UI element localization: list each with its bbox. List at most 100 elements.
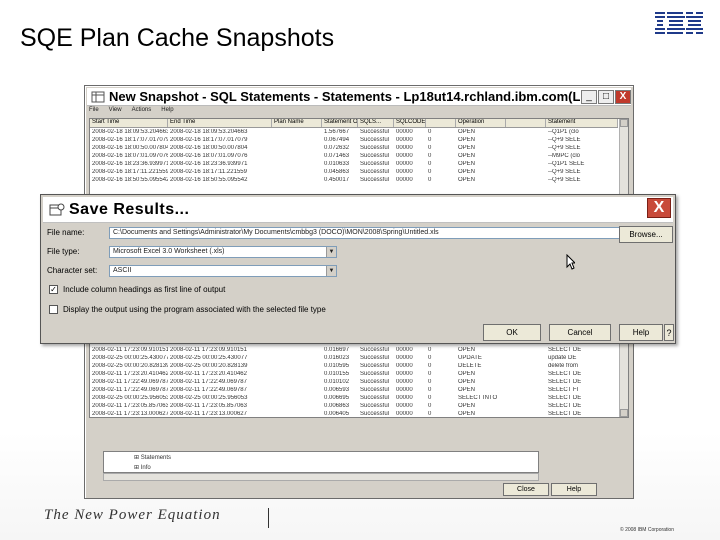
table-cell: 0 xyxy=(428,379,432,385)
table-cell xyxy=(272,355,322,363)
table-cell: UPDATE xyxy=(458,355,482,361)
table-cell: OPEN xyxy=(458,371,476,377)
table-cell: 2008-02-25 00:00:25.430077 xyxy=(170,355,248,361)
table-row[interactable]: 2008-02-25 00:00:25.430077 2008-02-25 00:… xyxy=(90,355,618,363)
table-cell: --Q+9 SELE xyxy=(548,169,581,175)
table-cell: 0 xyxy=(428,161,432,167)
table-cell xyxy=(272,169,322,177)
scroll-up-arrow[interactable] xyxy=(620,119,628,127)
table-cell: SELECT DE xyxy=(548,371,582,377)
table-cell xyxy=(272,371,322,379)
table-cell xyxy=(506,347,546,355)
menubar: File View Actions Help xyxy=(89,107,629,117)
table-row[interactable]: 2008-02-18 18:09:53.204663 2008-02-18 18:… xyxy=(90,129,618,137)
table-cell: 2008-02-16 18:07:01.097076 xyxy=(92,153,168,159)
scroll-down-arrow[interactable] xyxy=(620,409,628,417)
table-cell xyxy=(506,169,546,177)
table-row[interactable]: 2008-02-11 17:23:13.000627 2008-02-11 17:… xyxy=(90,411,618,417)
table-cell: 2008-02-18 18:09:53.204663 xyxy=(170,129,248,135)
ok-button[interactable]: OK xyxy=(483,324,541,341)
table-cell: 0 xyxy=(428,403,432,409)
table-row[interactable]: 2008-02-16 18:23:36.939971 2008-02-16 18:… xyxy=(90,161,618,169)
chevron-down-icon[interactable]: ▼ xyxy=(326,247,336,257)
tree-item-info[interactable]: ⊞ Info xyxy=(134,464,151,471)
table-cell: SELECT DE xyxy=(548,403,582,409)
maximize-button[interactable]: □ xyxy=(598,89,614,104)
table-row[interactable]: 2008-02-16 18:07:01.097076 2008-02-16 18:… xyxy=(90,153,618,161)
table-cell: 2008-02-11 17:23:13.000627 xyxy=(92,411,168,417)
close-window-button[interactable]: X xyxy=(615,89,631,104)
menu-file[interactable]: File xyxy=(89,107,99,117)
dialog-titlebar[interactable]: Save Results... xyxy=(43,197,673,223)
table-row[interactable]: 2008-02-11 17:22:49.069787 2008-02-11 17:… xyxy=(90,379,618,387)
col-statement[interactable]: Statement xyxy=(546,119,618,127)
table-cell: Successful xyxy=(360,403,390,409)
table-cell: 0 xyxy=(428,169,432,175)
col-sqlstate[interactable]: SQLS... xyxy=(358,119,394,127)
table-row[interactable]: 2008-02-11 17:23:09.910151 2008-02-11 17:… xyxy=(90,347,618,355)
table-cell: 00000 xyxy=(396,363,413,369)
table-cell: 2008-02-16 18:17:07.017079 xyxy=(92,137,168,143)
col-end-time[interactable]: End Time xyxy=(168,119,272,127)
table-cell: 2008-02-16 18:00:50.007804 xyxy=(92,145,168,151)
table-row[interactable]: 2008-02-25 00:00:20.828139 2008-02-25 00:… xyxy=(90,363,618,371)
table-cell: 0.010633 xyxy=(324,161,350,167)
menu-view[interactable]: View xyxy=(109,107,122,117)
col-outcome[interactable]: Statement Outco... xyxy=(322,119,358,127)
table-cell: SELECT DE xyxy=(548,395,582,401)
minimize-button[interactable]: _ xyxy=(581,89,597,104)
table-cell: 1.567667 xyxy=(324,129,350,135)
table-row[interactable]: 2008-02-25 00:00:25.956053 2008-02-25 00:… xyxy=(90,395,618,403)
table-cell: 0 xyxy=(428,355,432,361)
col-blank[interactable] xyxy=(426,119,456,127)
table-cell: Successful xyxy=(360,395,390,401)
help-question-icon[interactable]: ? xyxy=(664,324,674,341)
horizontal-scrollbar[interactable] xyxy=(103,473,539,481)
table-cell: delete from xyxy=(548,363,579,369)
close-button[interactable]: Close xyxy=(503,483,549,496)
table-cell xyxy=(506,379,546,387)
menu-actions[interactable]: Actions xyxy=(132,107,152,117)
file-name-input[interactable]: C:\Documents and Settings\Administrator\… xyxy=(109,227,637,239)
cancel-button[interactable]: Cancel xyxy=(549,324,611,341)
table-row[interactable]: 2008-02-11 17:22:49.069787 2008-02-11 17:… xyxy=(90,387,618,395)
browse-button[interactable]: Browse... xyxy=(619,226,673,243)
file-type-select[interactable]: Microsoft Excel 3.0 Worksheet (.xls) ▼ xyxy=(109,246,337,258)
tree-expand-icon: ⊞ xyxy=(134,455,141,461)
table-cell: --Q1P1 SELE xyxy=(548,161,585,167)
table-cell xyxy=(506,355,546,363)
table-cell: 2008-02-11 17:22:49.069787 xyxy=(170,387,247,393)
table-cell: OPEN xyxy=(458,347,476,353)
table-cell: 00000 xyxy=(396,177,413,183)
table-cell: --Q1P1 (clo xyxy=(548,129,579,135)
table-cell: 0 xyxy=(428,137,432,143)
table-row[interactable]: 2008-02-11 17:23:05.857063 2008-02-11 17:… xyxy=(90,403,618,411)
table-row[interactable]: 2008-02-16 18:00:50.007804 2008-02-16 18:… xyxy=(90,145,618,153)
table-row[interactable]: 2008-02-16 18:17:11.221559 2008-02-16 18:… xyxy=(90,169,618,177)
tree-item-statements[interactable]: ⊞ Statements xyxy=(134,454,171,461)
col-sqlcode[interactable]: SQLCODE xyxy=(394,119,426,127)
table-cell xyxy=(272,395,322,403)
table-cell: 2008-02-16 18:50:55.095542 xyxy=(170,177,248,183)
table-cell xyxy=(272,347,322,355)
col-start-time[interactable]: Start Time xyxy=(90,119,168,127)
col-blank-2[interactable] xyxy=(506,119,546,127)
display-output-checkbox[interactable] xyxy=(49,305,58,314)
table-cell: 0 xyxy=(428,153,432,159)
dialog-help-button[interactable]: Help xyxy=(619,324,663,341)
tree-panel[interactable]: ⊞ Statements ⊞ Info xyxy=(103,451,539,473)
table-row[interactable]: 2008-02-16 18:17:07.017079 2008-02-16 18:… xyxy=(90,137,618,145)
include-headings-checkbox[interactable]: ✓ xyxy=(49,285,58,294)
table-cell xyxy=(506,161,546,169)
table-cell: 00000 xyxy=(396,129,413,135)
chevron-down-icon[interactable]: ▼ xyxy=(326,266,336,276)
table-row[interactable]: 2008-02-11 17:23:20.410462 2008-02-11 17:… xyxy=(90,371,618,379)
snapshot-titlebar[interactable]: New Snapshot - SQL Statements - Statemen… xyxy=(87,88,631,106)
col-operation[interactable]: Operation xyxy=(456,119,506,127)
table-row[interactable]: 2008-02-16 18:50:55.095542 2008-02-16 18:… xyxy=(90,177,618,185)
charset-select[interactable]: ASCII ▼ xyxy=(109,265,337,277)
menu-help[interactable]: Help xyxy=(161,107,173,117)
col-plan-name[interactable]: Plan Name xyxy=(272,119,322,127)
dialog-close-button[interactable]: X xyxy=(647,198,671,218)
snapshot-help-button[interactable]: Help xyxy=(551,483,597,496)
